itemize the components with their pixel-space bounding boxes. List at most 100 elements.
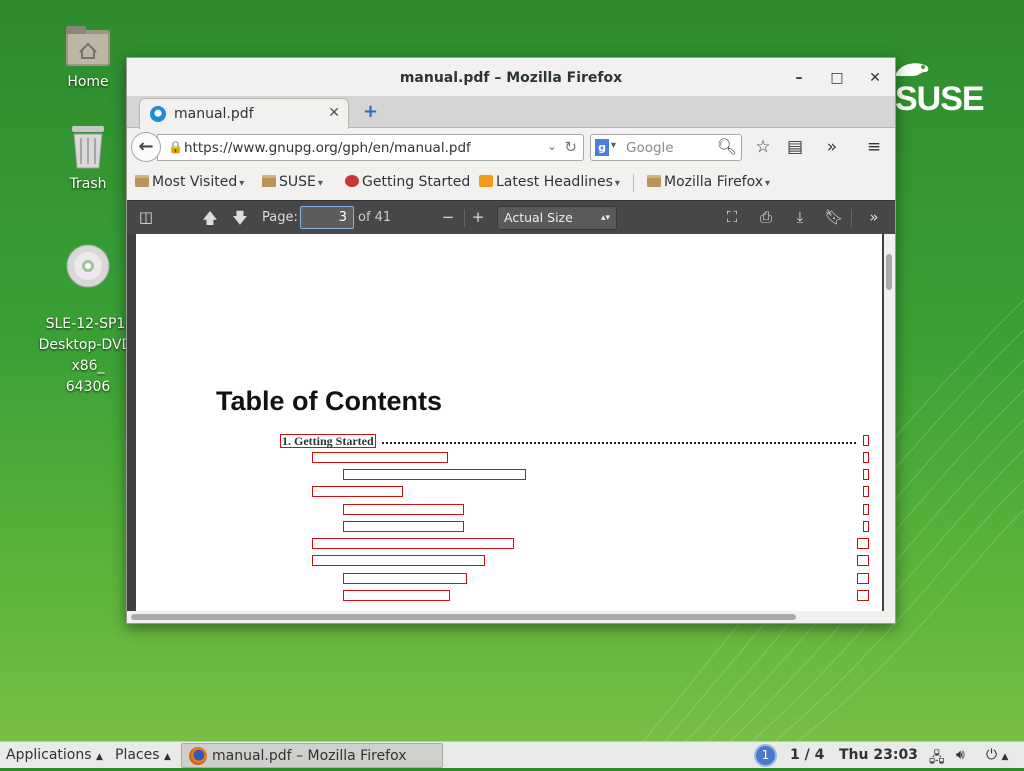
back-arrow-icon: ← [138, 136, 154, 157]
download-icon[interactable]: ⤓ [789, 208, 811, 226]
folder-icon [135, 175, 149, 187]
menu-hamburger-icon[interactable]: ≡ [861, 134, 887, 160]
trash-icon [72, 126, 104, 169]
toc-page-link[interactable] [863, 504, 869, 515]
tab-close-icon[interactable]: ✕ [328, 105, 340, 121]
toc-page-link[interactable] [863, 452, 869, 463]
toc-leader-dots [382, 437, 856, 444]
search-box[interactable]: g ▾ Google 🔍︎ [590, 134, 742, 161]
toc-entry-link[interactable] [312, 452, 448, 463]
search-icon[interactable]: 🔍︎ [717, 137, 737, 156]
desktop-icon-label: SLE-12-SP1- Desktop-DVD-x86_ 64306 [38, 316, 138, 395]
toc-entry-link[interactable]: 1. Getting Started [280, 434, 376, 448]
taskbar-firefox-button[interactable]: manual.pdf – Mozilla Firefox [181, 743, 443, 768]
reload-icon[interactable]: ↻ [564, 138, 577, 156]
zoom-in-icon[interactable]: + [467, 208, 489, 226]
window-titlebar[interactable]: manual.pdf – Mozilla Firefox [127, 58, 895, 98]
minimize-button[interactable]: – [789, 68, 809, 88]
window-title: manual.pdf – Mozilla Firefox [399, 70, 623, 86]
lock-icon: 🔒 [168, 140, 183, 154]
close-window-button[interactable]: ✕ [865, 68, 885, 88]
toc-entry-link[interactable] [343, 469, 526, 480]
url-bar[interactable]: 🔒 https://www.gnupg.org/gph/en/manual.pd… [157, 134, 584, 161]
network-icon[interactable]: 🖧 [929, 747, 945, 771]
url-text: https://www.gnupg.org/gph/en/manual.pdf [184, 140, 471, 156]
page-favicon-icon [150, 106, 166, 122]
bookmarks-toolbar: Most Visited ▾ SUSE ▾ Getting Started Late… [127, 168, 895, 198]
toc-entry-link[interactable] [312, 486, 403, 497]
desktop-icon-label: Trash [69, 176, 107, 192]
dvd-disc-icon [66, 244, 110, 288]
reading-list-icon[interactable]: ▤ [782, 134, 808, 160]
applications-menu[interactable]: Applications ▲ [6, 747, 103, 763]
clock[interactable]: Thu 23:03 [839, 747, 918, 763]
bookmark-latest-headlines[interactable]: Latest Headlines ▾ [479, 174, 620, 190]
zoom-select[interactable]: Actual Size ▴▾ [497, 206, 617, 230]
bookmark-view-icon[interactable]: 🔖︎ [823, 208, 845, 226]
toc-entry-link[interactable] [312, 538, 514, 549]
tab-manual-pdf[interactable]: manual.pdf ✕ [139, 98, 349, 129]
folder-icon [262, 175, 276, 187]
maximize-button[interactable]: □ [827, 68, 847, 88]
toc-page-link[interactable] [863, 486, 869, 497]
zoom-out-icon[interactable]: − [437, 208, 459, 226]
toc-page-link[interactable] [857, 590, 869, 601]
tab-strip: manual.pdf ✕ + [127, 96, 895, 129]
horizontal-scrollbar[interactable] [127, 611, 895, 623]
pdf-page: Table of Contents 1. Getting Started [136, 234, 882, 611]
page-number-input[interactable] [300, 206, 354, 229]
bookmark-suse[interactable]: SUSE ▾ [262, 174, 323, 190]
workspace-switcher[interactable]: 1 / 4 [790, 747, 824, 763]
toc-entry-link[interactable] [343, 573, 467, 584]
toc-entry-link[interactable] [343, 590, 450, 601]
taskbar-label: manual.pdf – Mozilla Firefox [212, 748, 407, 764]
toc-entry-link[interactable] [312, 555, 485, 566]
suse-logo: SUSE [893, 60, 985, 118]
pdf-toolbar: ◫ 🡅 🡇 Page: of 41 − + Actual Size ▴▾ ⛶ ⎙… [127, 200, 895, 234]
bookmarks-separator [633, 174, 634, 192]
folder-icon [647, 175, 661, 187]
sidebar-toggle-icon[interactable]: ◫ [135, 208, 157, 226]
next-page-icon[interactable]: 🡇 [229, 208, 251, 233]
presentation-mode-icon[interactable]: ⛶ [721, 208, 743, 226]
toc-page-link[interactable] [857, 573, 869, 584]
vertical-scrollbar[interactable] [884, 234, 895, 611]
toc-page-link[interactable] [863, 521, 869, 532]
print-icon[interactable]: ⎙ [755, 208, 777, 226]
places-menu[interactable]: Places ▲ [115, 747, 171, 763]
google-engine-icon[interactable]: g [595, 139, 609, 156]
engine-dropdown-icon[interactable]: ▾ [611, 140, 616, 151]
previous-page-icon[interactable]: 🡅 [199, 208, 221, 233]
tools-chevron-icon[interactable]: » [863, 208, 885, 226]
horizontal-scroll-thumb[interactable] [131, 614, 796, 620]
rss-icon [479, 175, 493, 187]
toc-heading: Table of Contents [216, 386, 442, 416]
toc-page-link[interactable] [863, 469, 869, 480]
new-tab-button[interactable]: + [363, 101, 378, 122]
back-button[interactable]: ← [131, 132, 161, 162]
desktop-icon-label: Home [67, 74, 109, 90]
toc-page-link[interactable] [863, 435, 869, 446]
page-label: Page: [262, 210, 298, 225]
toc-page-link[interactable] [857, 538, 869, 549]
tab-label: manual.pdf [174, 106, 254, 122]
toc-entry-link[interactable] [343, 521, 464, 532]
toolbar-separator [464, 209, 465, 227]
vertical-scroll-thumb[interactable] [886, 254, 892, 290]
overflow-chevron-icon[interactable]: » [819, 134, 845, 160]
volume-icon[interactable]: 🔊︎ [956, 747, 965, 763]
select-arrows-icon: ▴▾ [600, 213, 610, 223]
bookmark-star-icon[interactable]: ☆ [750, 134, 776, 160]
bookmark-mozilla-firefox[interactable]: Mozilla Firefox ▾ [647, 174, 770, 190]
chameleon-icon [895, 63, 929, 76]
pdf-viewer: Table of Contents 1. Getting Started [127, 234, 895, 611]
bookmark-most-visited[interactable]: Most Visited ▾ [135, 174, 244, 190]
url-history-dropdown-icon[interactable]: ⌄ [547, 139, 557, 153]
bookmark-getting-started[interactable]: Getting Started [345, 174, 470, 190]
power-icon[interactable]: ⏻ ▲ [986, 747, 1008, 763]
toolbar-separator [851, 209, 852, 227]
toc-entry-link[interactable] [343, 504, 464, 515]
firefox-icon [189, 747, 207, 765]
toc-page-link[interactable] [857, 555, 869, 566]
notification-badge[interactable]: 1 [754, 744, 777, 767]
